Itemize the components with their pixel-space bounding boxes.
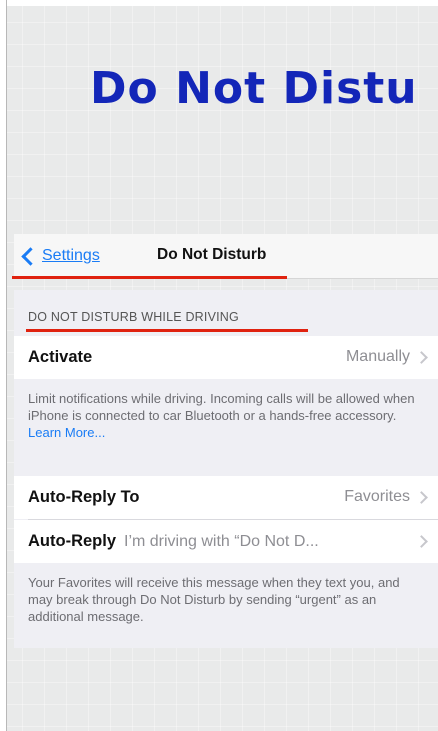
auto-reply-cell[interactable]: Auto-Reply I’m driving with “Do Not D... bbox=[14, 520, 438, 563]
activate-cell[interactable]: Activate Manually bbox=[14, 336, 438, 379]
back-button-label: Settings bbox=[42, 247, 100, 264]
slide-left-edge bbox=[0, 0, 7, 731]
back-button[interactable]: Settings bbox=[18, 244, 100, 268]
auto-reply-label: Auto-Reply bbox=[28, 532, 116, 550]
auto-reply-to-label: Auto-Reply To bbox=[28, 488, 140, 506]
activate-label: Activate bbox=[28, 348, 93, 366]
activate-footer-text: Limit notifications while driving. Incom… bbox=[28, 391, 415, 423]
red-underline-section bbox=[26, 329, 308, 332]
nav-title: Do Not Disturb bbox=[157, 246, 267, 263]
red-underline-nav bbox=[12, 276, 287, 279]
section-header: DO NOT DISTURB WHILE DRIVING bbox=[28, 310, 239, 324]
chevron-right-icon bbox=[415, 491, 428, 504]
auto-reply-to-value: Favorites bbox=[344, 488, 410, 505]
chevron-left-icon bbox=[21, 246, 40, 266]
activate-footer: Limit notifications while driving. Incom… bbox=[28, 390, 424, 441]
slide: Do Not Distu Settings Do Not Disturb DO … bbox=[0, 0, 438, 731]
auto-reply-to-cell[interactable]: Auto-Reply To Favorites bbox=[14, 476, 438, 519]
settings-screen: DO NOT DISTURB WHILE DRIVING Activate Ma… bbox=[14, 290, 438, 648]
chevron-right-icon bbox=[415, 351, 428, 364]
chevron-right-icon bbox=[415, 535, 428, 548]
activate-value: Manually bbox=[345, 348, 410, 365]
learn-more-link[interactable]: Learn More... bbox=[28, 425, 105, 440]
slide-top-edge bbox=[0, 0, 438, 6]
slide-title: Do Not Distu bbox=[90, 63, 418, 114]
auto-reply-footer: Your Favorites will receive this message… bbox=[28, 575, 400, 624]
auto-reply-value: I’m driving with “Do Not D... bbox=[124, 532, 319, 550]
navigation-bar: Settings Do Not Disturb bbox=[14, 234, 438, 279]
